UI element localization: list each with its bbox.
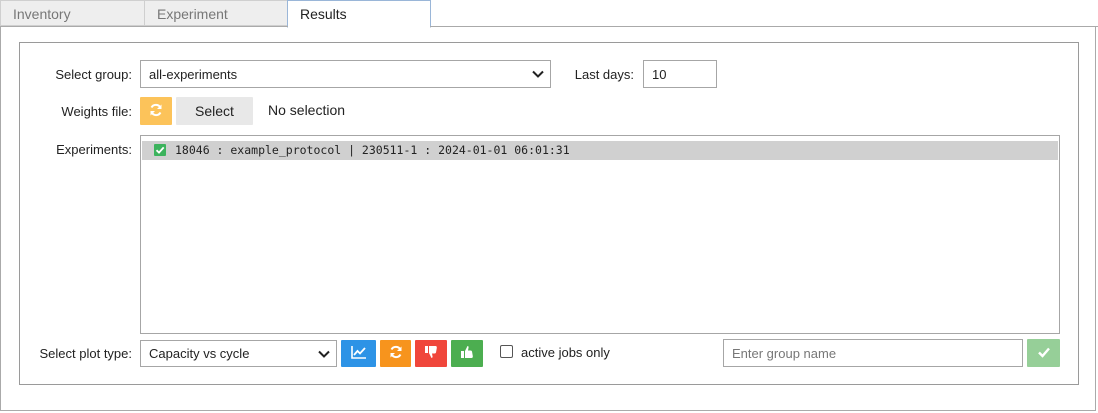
tab-results-label: Results bbox=[300, 6, 347, 22]
weights-file-label: Weights file: bbox=[61, 104, 132, 119]
select-group-dropdown[interactable]: all-experiments bbox=[140, 60, 551, 88]
weights-status: No selection bbox=[268, 102, 346, 118]
checkmark-icon bbox=[1037, 346, 1051, 361]
confirm-group-button[interactable] bbox=[1027, 339, 1060, 367]
select-group-value: all-experiments bbox=[149, 66, 238, 82]
like-button[interactable] bbox=[451, 340, 483, 367]
active-jobs-checkbox[interactable] bbox=[500, 345, 513, 358]
refresh-button[interactable] bbox=[380, 340, 411, 367]
tab-experiment-label: Experiment bbox=[157, 6, 228, 22]
dislike-button[interactable] bbox=[415, 340, 447, 367]
tab-inventory-label: Inventory bbox=[13, 6, 71, 22]
list-item[interactable]: 18046 : example_protocol | 230511-1 : 20… bbox=[142, 141, 1058, 160]
experiments-list[interactable]: 18046 : example_protocol | 230511-1 : 20… bbox=[140, 135, 1060, 334]
plot-chart-button[interactable] bbox=[341, 340, 376, 367]
chevron-down-icon bbox=[318, 346, 330, 361]
select-group-label: Select group: bbox=[55, 67, 132, 82]
weights-select-label: Select bbox=[195, 103, 234, 119]
thumbs-up-icon bbox=[460, 345, 474, 362]
tab-inventory[interactable]: Inventory bbox=[0, 0, 146, 26]
experiment-checkbox[interactable] bbox=[154, 144, 166, 156]
line-chart-icon bbox=[350, 345, 367, 362]
chevron-down-icon bbox=[532, 67, 544, 82]
refresh-icon bbox=[149, 103, 163, 120]
plot-type-label: Select plot type: bbox=[39, 346, 133, 361]
experiment-item-text: 18046 : example_protocol | 230511-1 : 20… bbox=[175, 143, 570, 157]
thumbs-down-icon bbox=[424, 345, 438, 362]
plot-type-value: Capacity vs cycle bbox=[149, 346, 250, 361]
tab-bar: Inventory Experiment Results bbox=[0, 0, 1098, 28]
last-days-label: Last days: bbox=[574, 67, 634, 82]
plot-type-dropdown[interactable]: Capacity vs cycle bbox=[140, 340, 337, 367]
weights-select-button[interactable]: Select bbox=[176, 97, 253, 125]
checkmark-icon bbox=[155, 146, 165, 154]
experiments-label: Experiments: bbox=[56, 142, 132, 157]
last-days-value: 10 bbox=[652, 66, 667, 82]
last-days-input[interactable]: 10 bbox=[643, 60, 717, 88]
weights-refresh-button[interactable] bbox=[140, 97, 172, 125]
tab-results[interactable]: Results bbox=[287, 0, 431, 28]
refresh-icon bbox=[389, 345, 403, 362]
active-jobs-label: active jobs only bbox=[521, 345, 610, 360]
group-name-input[interactable] bbox=[723, 339, 1023, 367]
tab-experiment[interactable]: Experiment bbox=[144, 0, 288, 26]
